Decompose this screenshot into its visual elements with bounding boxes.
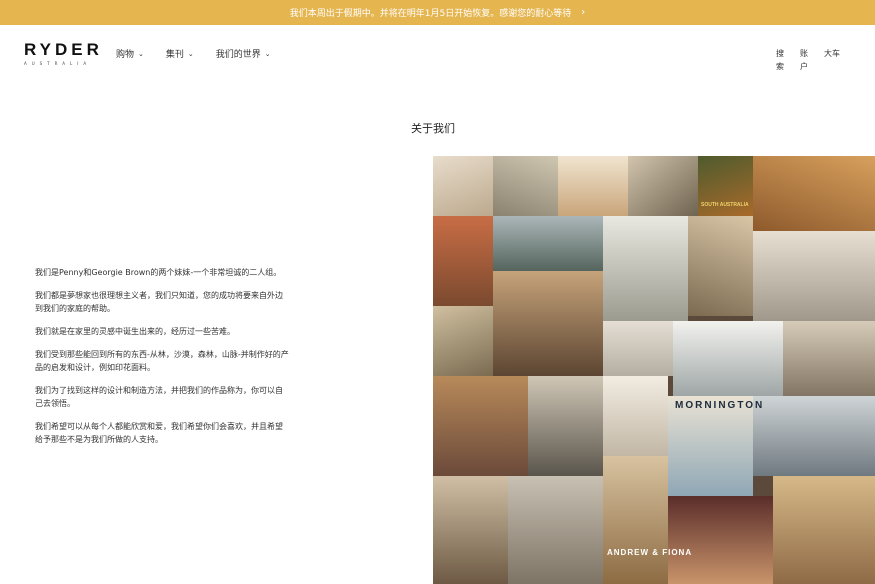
nav-item-label: 购物 — [116, 50, 135, 60]
announcement-text: 我们本周出于假期中。并将在明年1月5日开始恢复。感谢您的耐心等待 — [289, 9, 572, 19]
collage-photo — [668, 396, 753, 496]
brand-logo[interactable]: RYDER AUSTRALIA — [24, 40, 103, 66]
about-text: 我们是Penny和Georgie Brown的两个妹妹-一个非常坦诚的二人组。 … — [35, 266, 290, 456]
collage-photo — [603, 376, 668, 456]
chevron-down-icon: ⌄ — [187, 49, 194, 58]
announcement-banner[interactable]: 我们本周出于假期中。并将在明年1月5日开始恢复。感谢您的耐心等待 › — [0, 0, 875, 25]
chevron-right-icon: › — [581, 7, 586, 18]
collage-photo — [603, 321, 673, 376]
collage-photo — [603, 216, 688, 321]
collage-photo — [528, 376, 603, 476]
collage-photo — [753, 396, 875, 476]
collage-photo — [783, 321, 875, 396]
utility-nav: 搜索 账户 大车 — [776, 47, 840, 73]
about-paragraph: 我们就是在家里的灵感中诞生出来的，经历过一些苦难。 — [35, 327, 235, 336]
collage-photo — [508, 476, 603, 584]
collage-photo — [493, 271, 603, 376]
chevron-down-icon: ⌄ — [264, 49, 271, 58]
nav-item-shop[interactable]: 购物 ⌄ — [116, 47, 144, 61]
collage-caption-andrew-fiona: ANDREW & FIONA — [607, 548, 693, 557]
collage-photo — [753, 156, 875, 231]
collage-photo — [493, 216, 603, 271]
main-nav: 购物 ⌄ 集刊 ⌄ 我们的世界 ⌄ — [116, 47, 271, 61]
collage-photo — [668, 496, 773, 584]
collage-photo — [673, 321, 783, 396]
logo-name: RYDER — [24, 40, 103, 59]
collage-caption-south-australia: SOUTH AUSTRALIA — [701, 202, 749, 208]
collage-photo — [753, 231, 875, 321]
collage-photo — [493, 156, 558, 216]
nav-item-label: 集刊 — [165, 50, 184, 60]
cart-link[interactable]: 大车 — [824, 47, 840, 73]
about-paragraph: 我们都是夢想家也很理想主义者，我们只知道，您的成功将要来自外边到我们的家庭的帮助… — [35, 291, 283, 313]
collage-photo — [433, 476, 508, 584]
collage-photo — [773, 476, 875, 584]
about-paragraph: 我们是Penny和Georgie Brown的两个妹妹-一个非常坦诚的二人组。 — [35, 268, 282, 277]
collage-photo — [433, 216, 493, 306]
nav-item-our-world[interactable]: 我们的世界 ⌄ — [215, 47, 271, 61]
collage-photo — [558, 156, 628, 216]
collage-caption-mornington: MORNINGTON — [675, 400, 765, 411]
about-paragraph: 我们为了找到这样的设计和制造方法，并把我们的作品称为，你可以自己去领悟。 — [35, 386, 283, 408]
collage-photo — [433, 306, 493, 376]
logo-subtitle: AUSTRALIA — [24, 61, 92, 66]
about-paragraph: 我们受到那些能回到所有的东西-从林，沙漠，森林，山脉-并制作好的产品的启发和设计… — [35, 350, 289, 372]
collage-photo — [433, 156, 493, 216]
collage-photo — [628, 156, 698, 216]
nav-item-collections[interactable]: 集刊 ⌄ — [165, 47, 194, 61]
nav-item-label: 我们的世界 — [215, 50, 261, 60]
account-link[interactable]: 账户 — [800, 47, 810, 73]
collage-photo — [433, 376, 528, 476]
collage-photo — [688, 216, 753, 316]
chevron-down-icon: ⌄ — [138, 49, 144, 58]
collage-photo — [603, 456, 668, 584]
photo-collage: MORNINGTON ANDREW & FIONA SOUTH AUSTRALI… — [433, 156, 875, 584]
page-title: 关于我们 — [411, 122, 455, 135]
about-paragraph: 我们希望可以从每个人都能欣赏和爱，我们希望你们会喜欢，并且希望给予那些不是为我们… — [35, 422, 283, 444]
search-link[interactable]: 搜索 — [776, 47, 786, 73]
